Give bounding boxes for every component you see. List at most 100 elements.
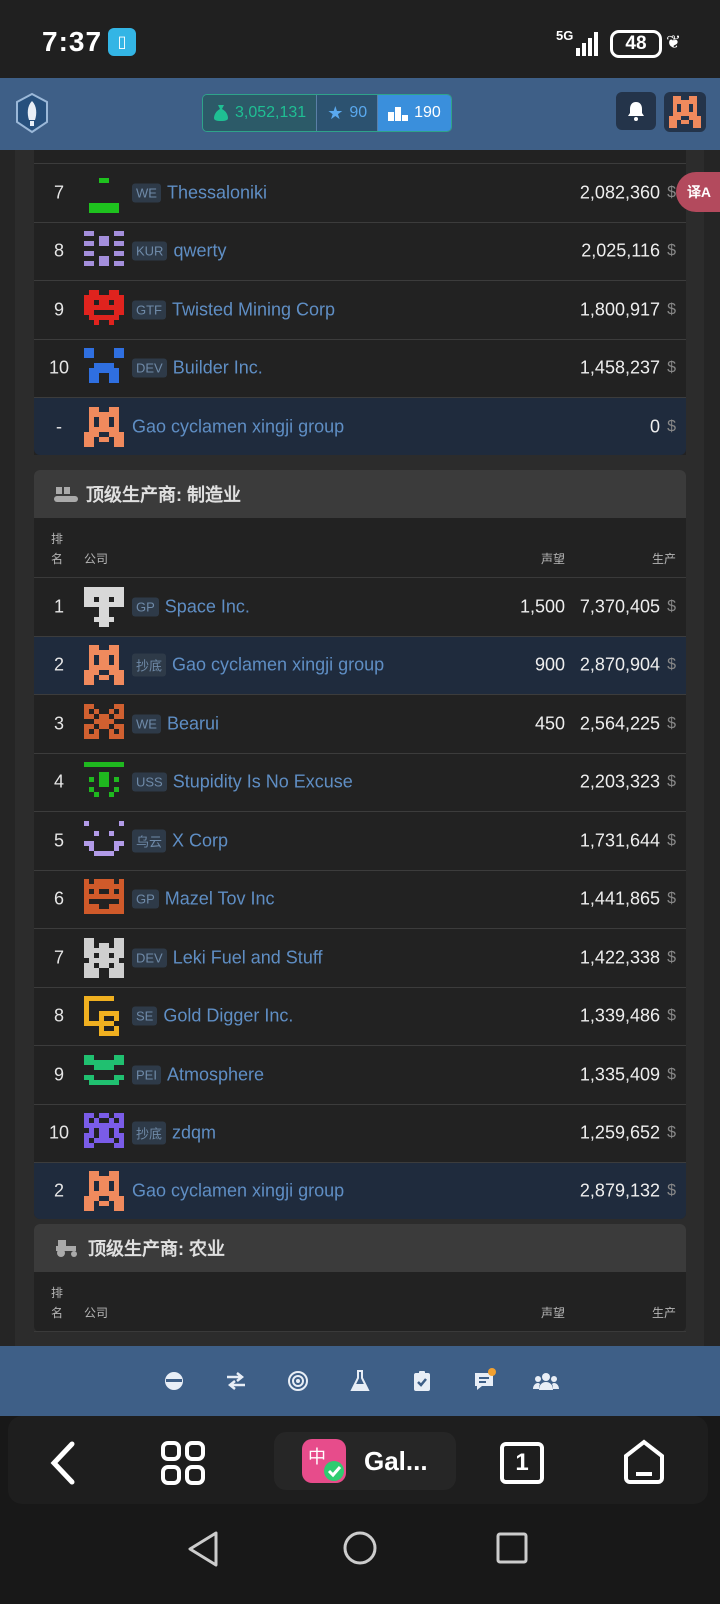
my-company-row[interactable]: - Gao cyclamen xingji group 0 $ (34, 398, 686, 455)
company-name-cell: WE Thessaloniki (132, 182, 267, 203)
signal-icon (576, 30, 600, 56)
company-link[interactable]: X Corp (172, 830, 228, 851)
status-bar: 7:37 ▯ 5G 48 ❦ (0, 0, 720, 78)
notifications-button[interactable] (616, 92, 656, 130)
company-link[interactable]: Gao cyclamen xingji group (132, 416, 344, 437)
radar-icon (288, 1371, 308, 1391)
company-link[interactable]: zdqm (172, 1123, 216, 1144)
company-link[interactable]: Thessaloniki (167, 182, 267, 203)
prestige-header: 声望 (540, 1306, 565, 1320)
company-link[interactable]: Space Inc. (165, 596, 250, 617)
company-link[interactable]: Atmosphere (167, 1064, 264, 1085)
currency-symbol: $ (667, 300, 676, 318)
money-bag-icon (214, 105, 228, 121)
translate-check-icon: 中 (308, 1447, 344, 1481)
rank-header-1: 排 (51, 1286, 64, 1300)
grid-menu-icon[interactable] (160, 1440, 206, 1486)
company-link[interactable]: qwerty (173, 241, 226, 262)
rank-pill[interactable]: 190 (378, 95, 451, 131)
nav-research[interactable] (340, 1361, 380, 1401)
table-row[interactable]: 5 乌云 X Corp 1,731,644 $ (34, 812, 686, 871)
company-link[interactable]: Gao cyclamen xingji group (132, 1181, 344, 1202)
nav-radar[interactable] (278, 1361, 318, 1401)
currency-symbol: $ (667, 773, 676, 791)
nav-planet[interactable] (154, 1361, 194, 1401)
company-name-cell: GTF Twisted Mining Corp (132, 299, 335, 320)
current-tab[interactable]: 中 Gal... (274, 1432, 456, 1490)
table-row[interactable]: 10 抄底 zdqm 1,259,652 $ (34, 1105, 686, 1163)
tab-count: 1 (515, 1449, 529, 1476)
main-content[interactable]: 7 WE Thessaloniki 2,082,360 $8 KUR qwerty 2,025… (0, 150, 720, 1346)
app-tab-icon: 中 (302, 1439, 346, 1483)
table-row[interactable]: 9 GTF Twisted Mining Corp 1,800,917 $ (34, 281, 686, 340)
nav-tasks[interactable] (402, 1361, 442, 1401)
table-row[interactable]: 8 SE Gold Digger Inc. 1,339,486 $ (34, 988, 686, 1046)
table-row[interactable]: 4 USS Stupidity Is No Excuse 2,203,323 $ (34, 754, 686, 812)
rank-cell: 8 (53, 1005, 64, 1026)
production-header: 生产 (651, 552, 676, 566)
prestige-header: 声望 (540, 552, 565, 566)
alliance-tag: KUR (132, 241, 168, 261)
tab-count-button[interactable]: 1 (500, 1442, 544, 1484)
company-link[interactable]: Bearui (167, 713, 219, 734)
nav-users[interactable] (526, 1361, 566, 1401)
value-cell: 7,370,405 (579, 596, 660, 617)
company-link[interactable]: Leki Fuel and Stuff (173, 947, 323, 968)
money-pill[interactable]: 3,052,131 (203, 95, 318, 131)
table-row[interactable]: 8 KUR qwerty 2,025,116 $ (34, 223, 686, 281)
system-home-icon[interactable] (342, 1530, 378, 1566)
table-row[interactable]: 9 PEI Atmosphere 1,335,409 $ (34, 1046, 686, 1105)
table-row[interactable]: 7 DEV Leki Fuel and Stuff 1,422,338 $ (34, 929, 686, 988)
nav-chat[interactable] (464, 1361, 504, 1401)
alliance-tag: 抄底 (132, 1121, 167, 1145)
system-back-icon[interactable] (186, 1530, 220, 1568)
table-row[interactable]: 7 WE Thessaloniki 2,082,360 $ (34, 164, 686, 223)
flask-icon (350, 1370, 370, 1391)
profile-button[interactable] (664, 92, 706, 132)
book-app-icon: ▯ (108, 28, 136, 56)
prestige-pill[interactable]: ★ 90 (317, 95, 379, 131)
alliance-tag: DEV (132, 948, 167, 968)
company-link[interactable]: Builder Inc. (173, 358, 263, 379)
company-link[interactable]: Stupidity Is No Excuse (173, 772, 353, 793)
alliance-tag: SE (132, 1006, 158, 1026)
value-cell: 1,731,644 (579, 830, 660, 851)
system-recents-icon[interactable] (496, 1532, 528, 1564)
company-avatar-icon (84, 762, 124, 798)
table-row[interactable]: 10 DEV Builder Inc. 1,458,237 $ (34, 340, 686, 398)
currency-symbol: $ (667, 183, 676, 201)
table-row[interactable]: 2 抄底 Gao cyclamen xingji group 900 2,870,904… (34, 636, 686, 695)
my-company-row[interactable]: 2 Gao cyclamen xingji group 2,879,132 $ (34, 1163, 686, 1219)
back-icon[interactable] (48, 1440, 78, 1486)
company-name-cell: Gao cyclamen xingji group (132, 1181, 344, 1202)
currency-symbol: $ (667, 890, 676, 908)
manufacturing-table-header: 排 名 公司 声望 生产 (34, 518, 686, 578)
table-row[interactable]: 6 GP Mazel Tov Inc 1,441,865 $ (34, 871, 686, 929)
company-name-cell: 乌云 X Corp (132, 829, 228, 853)
alliance-tag: 乌云 (132, 829, 167, 853)
resource-pills: 3,052,131 ★ 90 190 (202, 94, 452, 132)
company-link[interactable]: Gao cyclamen xingji group (172, 655, 384, 676)
company-link[interactable]: Gold Digger Inc. (163, 1006, 293, 1027)
company-link[interactable]: Twisted Mining Corp (172, 299, 335, 320)
rank-cell: 5 (53, 830, 64, 851)
nav-transfer[interactable] (216, 1361, 256, 1401)
rank-cell: 10 (48, 1122, 70, 1143)
company-header: 公司 (84, 1306, 109, 1320)
company-name-cell: GP Mazel Tov Inc (132, 889, 275, 910)
home-icon[interactable] (622, 1438, 666, 1486)
rocket-logo-icon[interactable] (14, 92, 50, 136)
value-cell: 1,458,237 (579, 357, 660, 378)
currency-symbol: $ (667, 714, 676, 732)
translate-button[interactable]: 译A (676, 172, 720, 212)
table-row[interactable]: 1 GP Space Inc. 1,500 7,370,405 $ (34, 578, 686, 637)
company-link[interactable]: Mazel Tov Inc (165, 889, 275, 910)
rank-value: 190 (414, 104, 441, 121)
browser-toolbar: 中 Gal... 1 (0, 1416, 720, 1516)
value-cell: 1,422,338 (579, 947, 660, 968)
company-avatar-icon (84, 289, 124, 325)
factory-icon (54, 487, 78, 502)
value-cell: 2,870,904 (579, 654, 660, 675)
prestige-value: 90 (349, 104, 368, 121)
table-row[interactable]: 3 WE Bearui 450 2,564,225 $ (34, 695, 686, 754)
